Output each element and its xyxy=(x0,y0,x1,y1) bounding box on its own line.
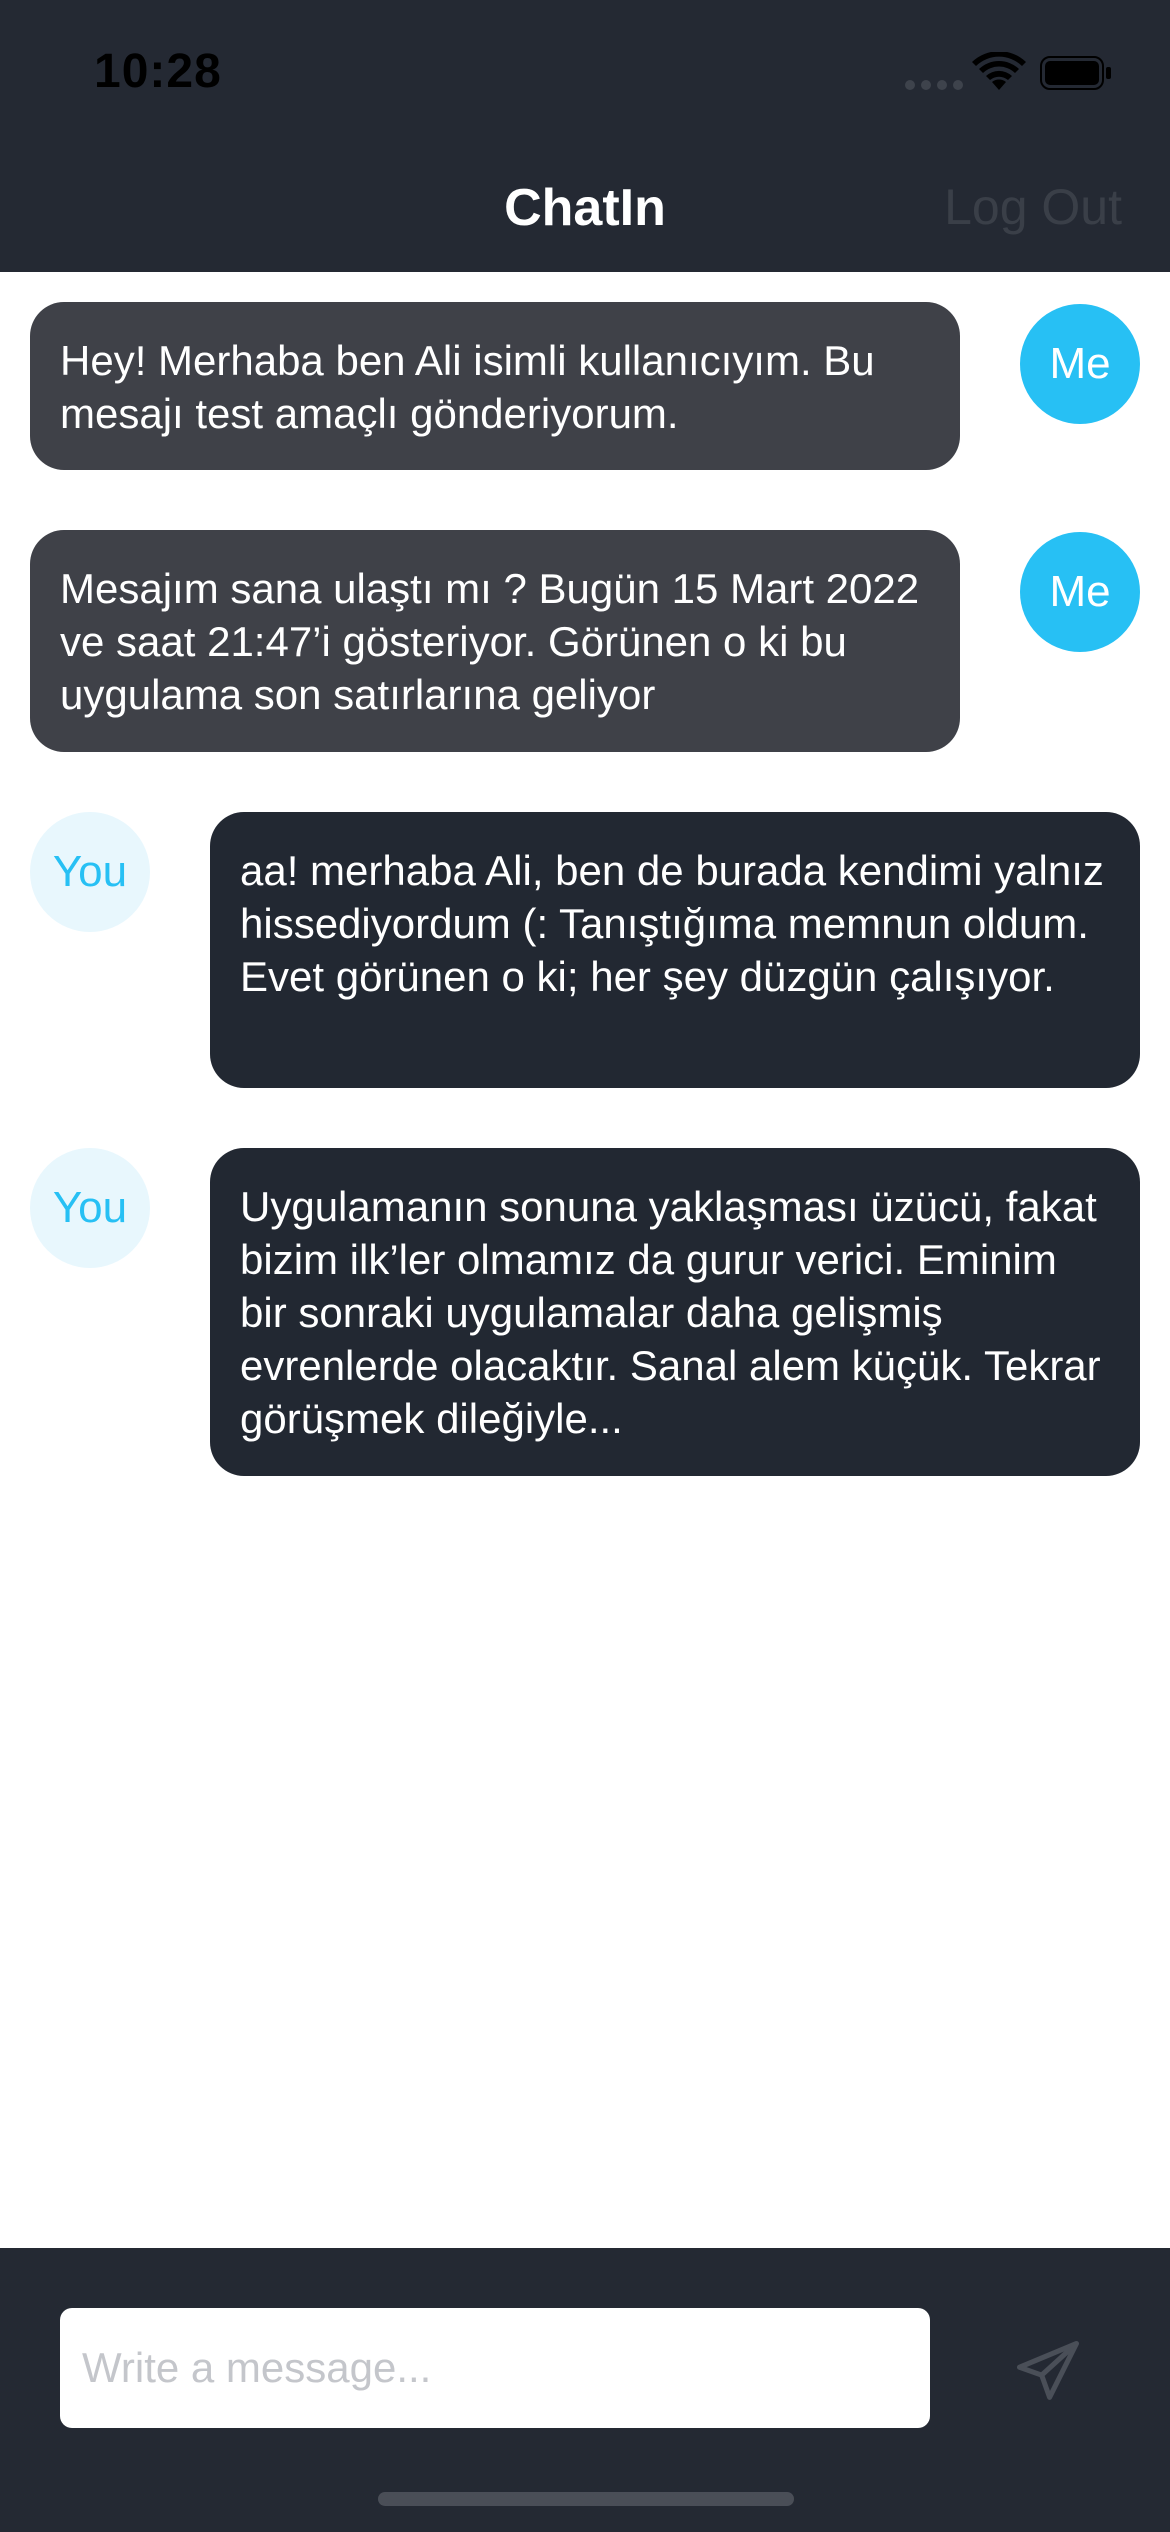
avatar-me[interactable]: Me xyxy=(1020,304,1140,424)
message-text: Hey! Merhaba ben Ali isimli kullanıcıyım… xyxy=(60,337,875,437)
message-input[interactable] xyxy=(60,2308,930,2428)
avatar-label: You xyxy=(52,1183,128,1232)
avatar-label: Me xyxy=(1049,567,1111,616)
battery-icon xyxy=(1040,56,1112,90)
signal-icon xyxy=(905,80,963,90)
avatar-label: You xyxy=(52,847,128,896)
logout-button[interactable]: Log Out xyxy=(944,178,1122,236)
avatar-me[interactable]: Me xyxy=(1020,532,1140,652)
home-indicator xyxy=(378,2492,794,2506)
avatar-label: Me xyxy=(1049,339,1111,388)
avatar-you[interactable]: You xyxy=(30,812,150,932)
wifi-icon xyxy=(972,51,1026,92)
message-text: Mesajım sana ulaştı mı ? Bugün 15 Mart 2… xyxy=(60,565,920,718)
message-bubble-you: aa! merhaba Ali, ben de burada kendimi y… xyxy=(210,812,1140,1088)
send-icon xyxy=(1010,2340,1086,2413)
app-header: 10:28 ChatIn Log Out xyxy=(0,0,1170,272)
send-button[interactable] xyxy=(1010,2334,1086,2410)
message-text: aa! merhaba Ali, ben de burada kendimi y… xyxy=(240,847,1104,1000)
avatar-you[interactable]: You xyxy=(30,1148,150,1268)
message-text: Uygulamanın sonuna yaklaşması üzücü, fak… xyxy=(240,1183,1101,1442)
composer-bar xyxy=(0,2248,1170,2532)
status-time: 10:28 xyxy=(94,45,222,98)
message-bubble-me: Hey! Merhaba ben Ali isimli kullanıcıyım… xyxy=(30,302,960,470)
message-bubble-you: Uygulamanın sonuna yaklaşması üzücü, fak… xyxy=(210,1148,1140,1476)
message-bubble-me: Mesajım sana ulaştı mı ? Bugün 15 Mart 2… xyxy=(30,530,960,752)
